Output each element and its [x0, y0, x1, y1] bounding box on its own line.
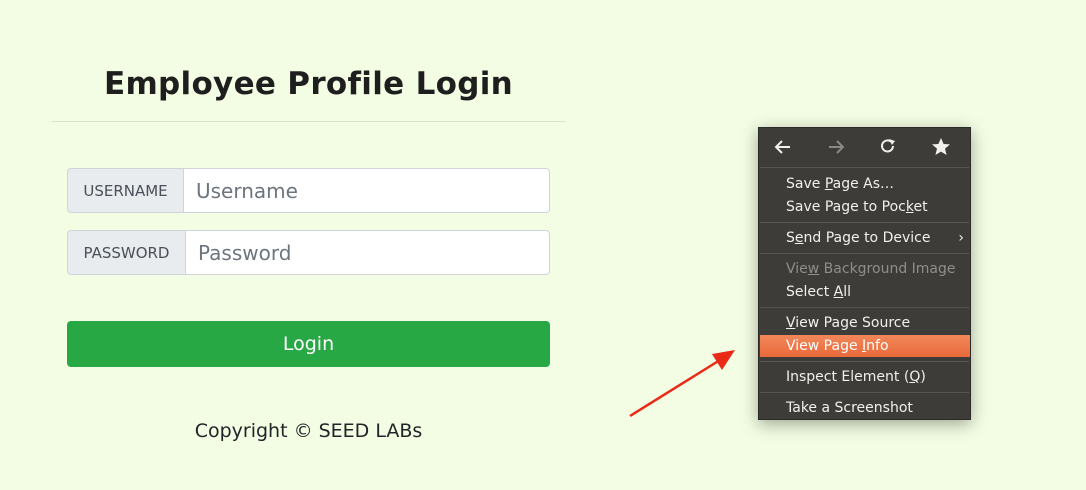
- menu-label: Vie: [786, 261, 808, 277]
- copyright-text: Copyright © SEED LABs: [194, 420, 423, 442]
- username-label: USERNAME: [67, 168, 183, 213]
- context-menu: Save Page As… Save Page to Pocket Send P…: [758, 127, 971, 420]
- menu-separator: [760, 222, 969, 223]
- username-input[interactable]: [183, 168, 550, 213]
- menu-accel-key: Q: [909, 369, 921, 385]
- title-divider: [52, 121, 565, 122]
- menu-item-select-all[interactable]: Select All: [760, 281, 970, 303]
- menu-label: et: [913, 199, 928, 215]
- menu-item-save-page-as[interactable]: Save Page As…: [760, 173, 970, 195]
- menu-label: nfo: [866, 338, 889, 354]
- menu-item-take-screenshot[interactable]: Take a Screenshot: [760, 397, 970, 419]
- reload-icon[interactable]: [875, 134, 901, 160]
- menu-label: Save Page to Poc: [786, 199, 906, 215]
- login-button[interactable]: Login: [67, 321, 550, 367]
- menu-label: ll: [843, 284, 851, 300]
- menu-separator: [760, 307, 969, 308]
- menu-label: ): [920, 369, 926, 385]
- chevron-right-icon: ›: [958, 230, 964, 246]
- menu-label: Take a Screenshot: [786, 400, 913, 416]
- menu-label: Inspect Element (: [786, 369, 910, 385]
- menu-accel-key: w: [807, 261, 820, 277]
- password-group: PASSWORD: [67, 230, 550, 275]
- menu-label: age As…: [832, 176, 895, 192]
- menu-label: iew Page Source: [795, 315, 911, 331]
- menu-item-inspect-element[interactable]: Inspect Element (Q): [760, 366, 970, 388]
- menu-separator: [760, 361, 969, 362]
- back-icon[interactable]: [770, 134, 796, 160]
- menu-item-view-background-image: View Background Image: [760, 258, 970, 280]
- menu-item-view-page-source[interactable]: View Page Source: [760, 312, 970, 334]
- password-label: PASSWORD: [67, 230, 185, 275]
- menu-accel-key: V: [786, 315, 796, 331]
- menu-item-save-to-pocket[interactable]: Save Page to Pocket: [760, 196, 970, 218]
- menu-label: nd Page to Device: [803, 230, 931, 246]
- annotation-arrow-icon: [629, 350, 735, 418]
- menu-separator: [760, 392, 969, 393]
- menu-label: Save: [786, 176, 825, 192]
- forward-icon[interactable]: [823, 134, 849, 160]
- context-menu-nav: [759, 128, 970, 166]
- menu-label: S: [786, 230, 795, 246]
- menu-accel-key: P: [824, 176, 833, 192]
- menu-label: View Page: [786, 338, 863, 354]
- bookmark-star-icon[interactable]: [928, 134, 954, 160]
- menu-separator: [760, 253, 969, 254]
- menu-separator: [760, 167, 969, 168]
- menu-item-send-to-device[interactable]: Send Page to Device ›: [760, 227, 970, 249]
- password-input[interactable]: [185, 230, 550, 275]
- menu-label: Select: [786, 284, 834, 300]
- menu-accel-key: e: [794, 230, 804, 246]
- username-group: USERNAME: [67, 168, 550, 213]
- page-title: Employee Profile Login: [103, 66, 514, 102]
- menu-label: Background Image: [819, 261, 956, 277]
- menu-accel-key: A: [833, 284, 844, 300]
- menu-item-view-page-info[interactable]: View Page Info: [760, 335, 970, 357]
